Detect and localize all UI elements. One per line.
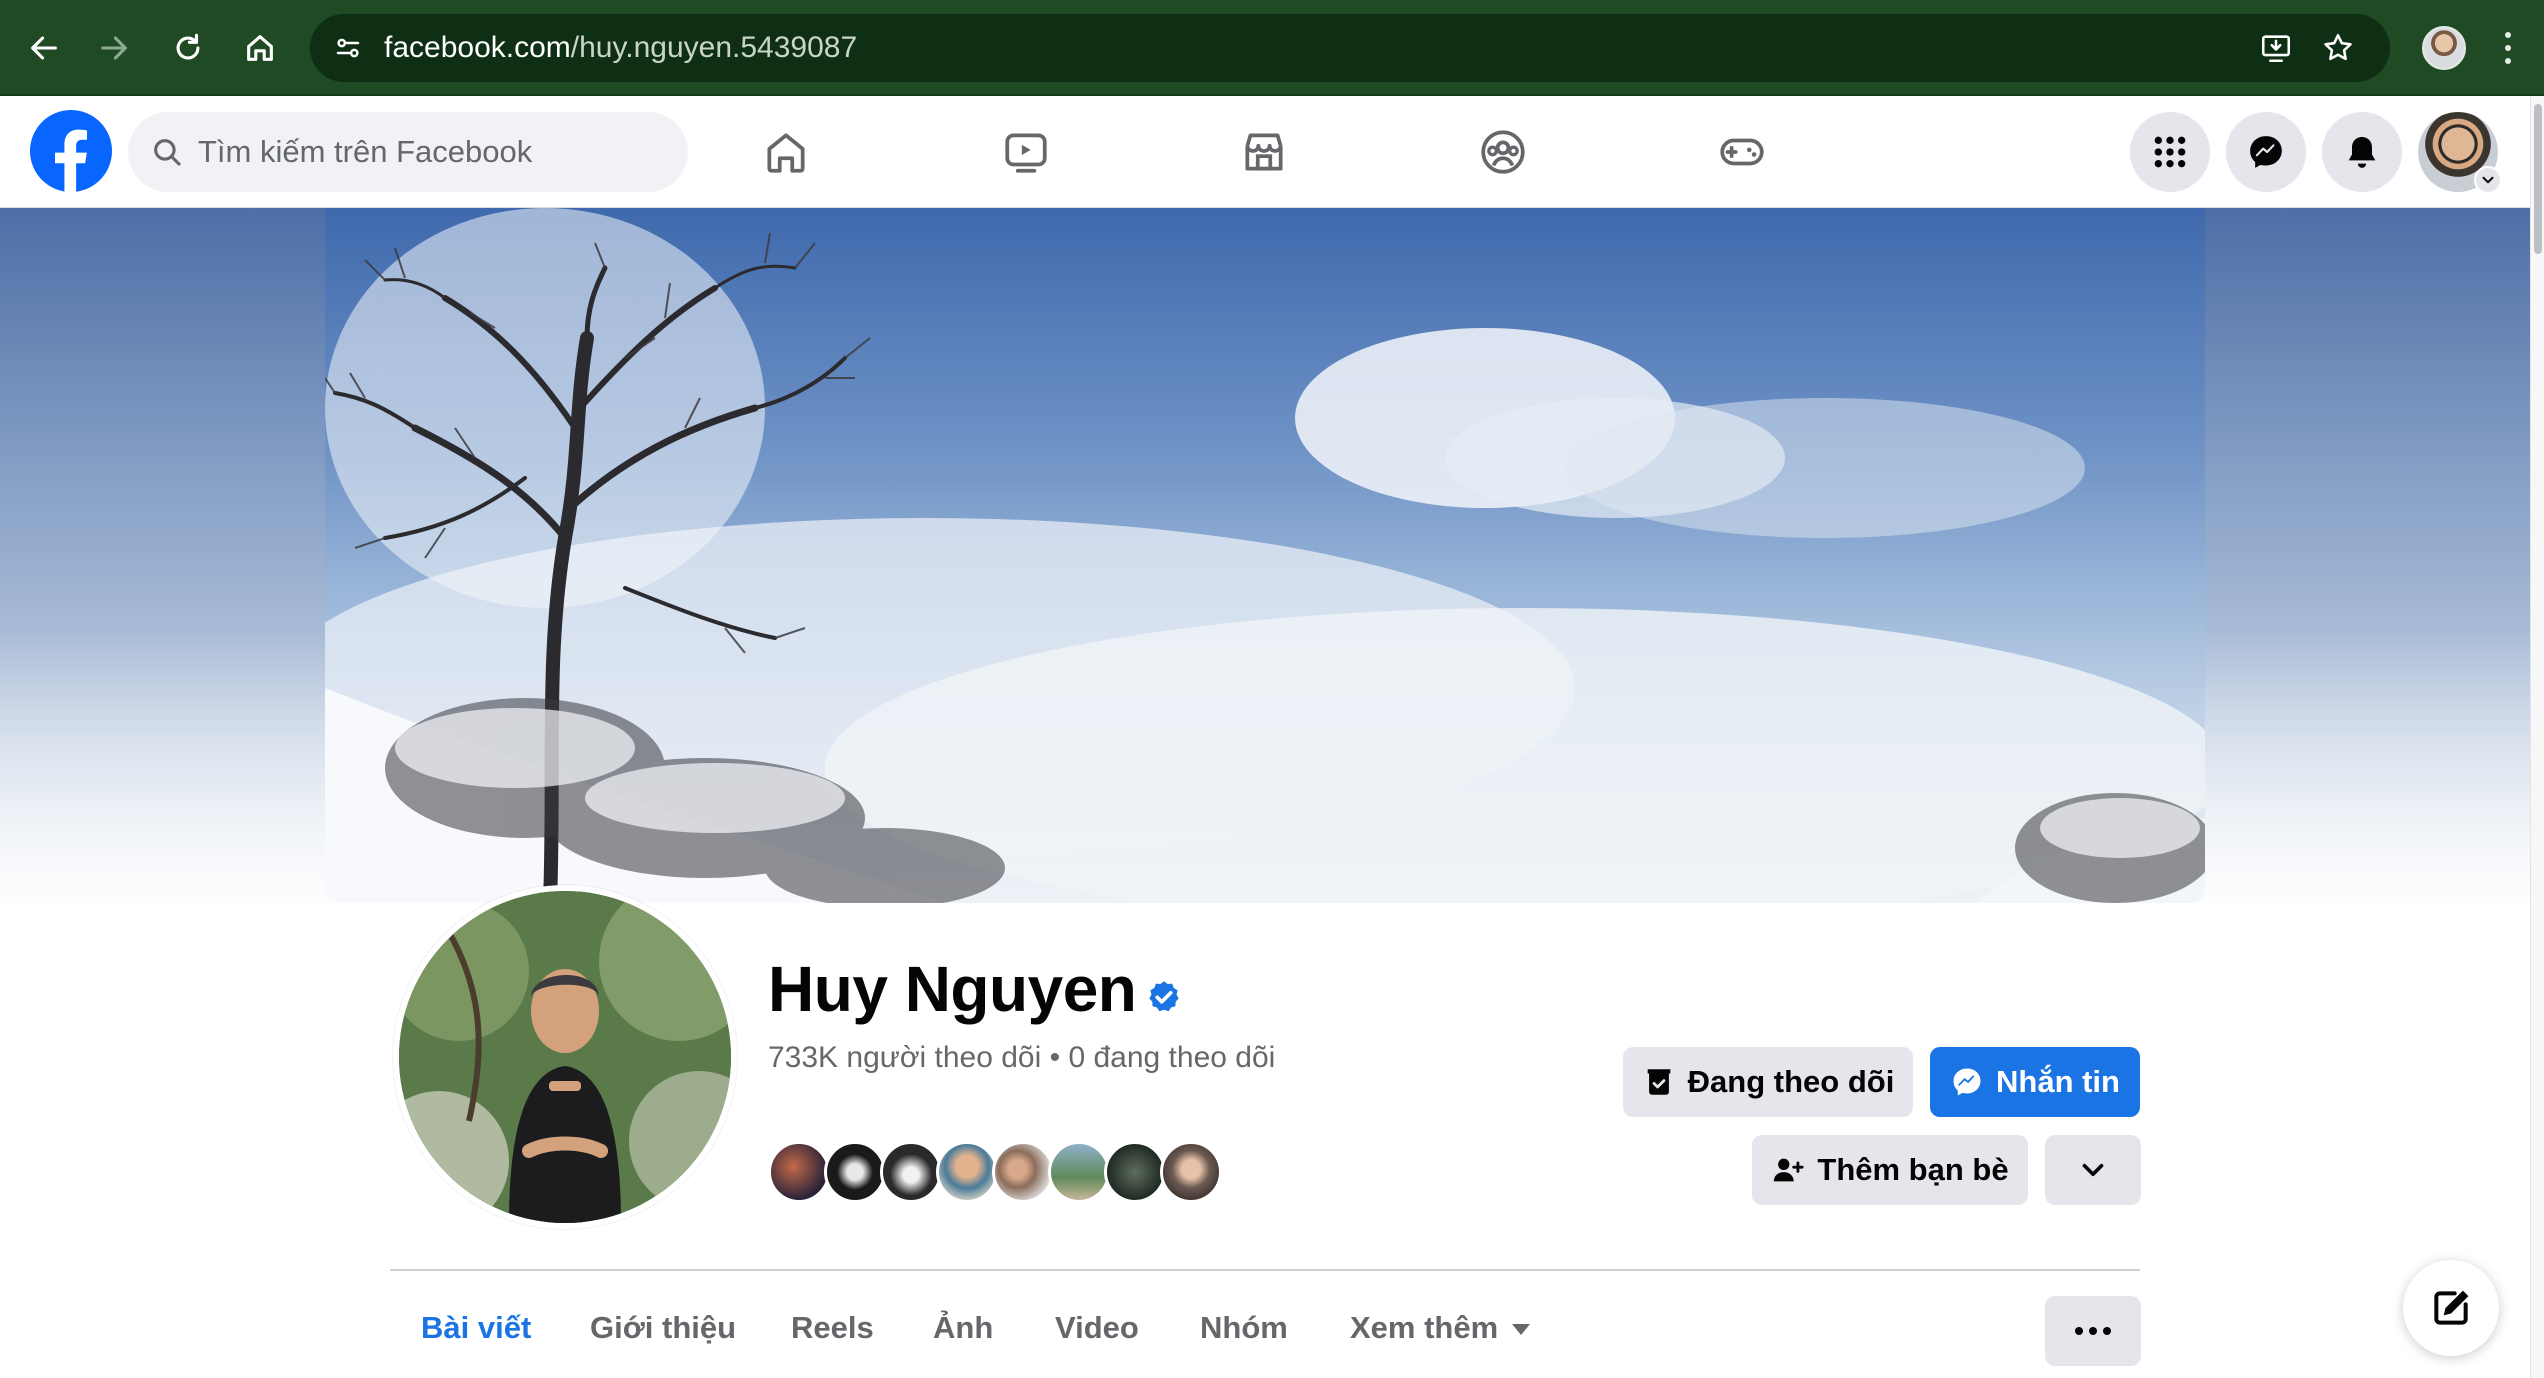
gaming-icon bbox=[1720, 138, 1764, 166]
messenger-icon bbox=[1953, 1068, 1981, 1096]
tab-home[interactable] bbox=[726, 110, 846, 194]
back-button[interactable] bbox=[20, 24, 68, 72]
tab-marketplace[interactable] bbox=[1204, 110, 1324, 194]
follower-avatar[interactable] bbox=[1160, 1141, 1222, 1203]
reload-icon bbox=[176, 33, 200, 60]
url-host: facebook.com bbox=[384, 31, 571, 64]
home-icon bbox=[767, 133, 805, 173]
compose-icon bbox=[2434, 1290, 2469, 1325]
profile-picture[interactable] bbox=[393, 885, 737, 1229]
home-icon bbox=[247, 35, 273, 61]
more-options-button[interactable] bbox=[2045, 1296, 2141, 1366]
tab-gaming[interactable] bbox=[1682, 110, 1802, 194]
profile-divider bbox=[390, 1269, 2140, 1271]
new-message-button[interactable] bbox=[2403, 1260, 2499, 1356]
bookmark-star-icon[interactable] bbox=[2318, 28, 2358, 68]
facebook-header bbox=[0, 96, 2530, 208]
search-input[interactable] bbox=[198, 134, 668, 170]
follower-stats[interactable]: 733K người theo dõi • 0 đang theo dõi bbox=[768, 1038, 1288, 1078]
more-dots-icon bbox=[2075, 1327, 2111, 1335]
message-label: Nhắn tin bbox=[1996, 1064, 2120, 1099]
tab-reels[interactable]: Reels bbox=[791, 1310, 874, 1346]
reload-button[interactable] bbox=[164, 24, 212, 72]
messenger-icon bbox=[2250, 136, 2282, 168]
tab-posts[interactable]: Bài viết bbox=[421, 1310, 531, 1346]
marketplace-icon bbox=[1245, 133, 1283, 171]
follower-avatar[interactable] bbox=[1048, 1141, 1110, 1203]
menu-icon[interactable] bbox=[2496, 26, 2520, 70]
tab-photos[interactable]: Ảnh bbox=[933, 1310, 993, 1346]
profile-avatar[interactable] bbox=[2422, 26, 2466, 70]
follower-avatar[interactable] bbox=[1104, 1141, 1166, 1203]
tab-about[interactable]: Giới thiệu bbox=[590, 1310, 736, 1346]
url-text[interactable]: facebook.com/huy.nguyen.5439087 bbox=[384, 31, 857, 65]
tab-see-more[interactable]: Xem thêm bbox=[1350, 1310, 1531, 1346]
notifications-icon bbox=[2348, 137, 2376, 168]
add-friend-label: Thêm bạn bè bbox=[1817, 1152, 2009, 1187]
menu-grid-button[interactable] bbox=[2130, 112, 2210, 192]
caret-down-icon bbox=[1512, 1324, 1531, 1336]
following-label: Đang theo dõi bbox=[1687, 1064, 1895, 1099]
search-icon bbox=[154, 139, 181, 166]
menu-grid-icon bbox=[2154, 136, 2186, 168]
follower-avatar[interactable] bbox=[992, 1141, 1054, 1203]
messenger-button[interactable] bbox=[2226, 112, 2306, 192]
following-button[interactable]: Đang theo dõi bbox=[1623, 1047, 1913, 1117]
cover-scene bbox=[325, 208, 2205, 903]
notifications-button[interactable] bbox=[2322, 112, 2402, 192]
browser-toolbar: facebook.com/huy.nguyen.5439087 bbox=[0, 0, 2544, 96]
follower-avatar[interactable] bbox=[824, 1141, 886, 1203]
following-check-icon bbox=[1647, 1069, 1671, 1095]
follower-avatar[interactable] bbox=[936, 1141, 998, 1203]
install-icon[interactable] bbox=[2256, 28, 2296, 68]
facebook-logo-icon[interactable] bbox=[30, 110, 112, 192]
verified-badge-icon bbox=[1149, 981, 1179, 1012]
address-bar[interactable]: facebook.com/huy.nguyen.5439087 bbox=[310, 14, 2390, 82]
watch-icon bbox=[1005, 133, 1047, 173]
chevron-down-icon bbox=[2082, 1163, 2104, 1177]
tab-watch[interactable] bbox=[966, 110, 1086, 194]
message-button[interactable]: Nhắn tin bbox=[1930, 1047, 2140, 1117]
tab-video[interactable]: Video bbox=[1055, 1310, 1139, 1346]
page-scrollbar[interactable] bbox=[2530, 96, 2544, 1378]
follower-avatar[interactable] bbox=[880, 1141, 942, 1203]
forward-icon bbox=[101, 36, 127, 60]
site-settings-icon[interactable] bbox=[328, 28, 368, 68]
profile-options-dropdown[interactable] bbox=[2045, 1135, 2141, 1205]
profile-panel bbox=[0, 903, 2530, 1378]
url-path: /huy.nguyen.5439087 bbox=[570, 31, 858, 64]
add-friend-icon bbox=[1774, 1158, 1804, 1182]
profile-name: Huy Nguyen bbox=[768, 953, 1137, 1025]
add-friend-button[interactable]: Thêm bạn bè bbox=[1752, 1135, 2028, 1205]
account-chevron-icon[interactable] bbox=[2474, 166, 2502, 194]
groups-icon bbox=[1481, 130, 1525, 174]
see-more-label: Xem thêm bbox=[1350, 1310, 1499, 1345]
profile-photo bbox=[399, 891, 731, 1223]
forward-button[interactable] bbox=[90, 24, 138, 72]
follower-avatar[interactable] bbox=[768, 1141, 830, 1203]
tab-groups[interactable]: Nhóm bbox=[1200, 1310, 1288, 1346]
back-icon bbox=[31, 36, 57, 60]
tab-groups[interactable] bbox=[1443, 110, 1563, 194]
facebook-search[interactable] bbox=[128, 112, 688, 192]
cover-photo[interactable] bbox=[325, 208, 2205, 903]
scrollbar-thumb[interactable] bbox=[2534, 104, 2542, 254]
home-button[interactable] bbox=[236, 24, 284, 72]
account-avatar[interactable] bbox=[2418, 112, 2502, 194]
